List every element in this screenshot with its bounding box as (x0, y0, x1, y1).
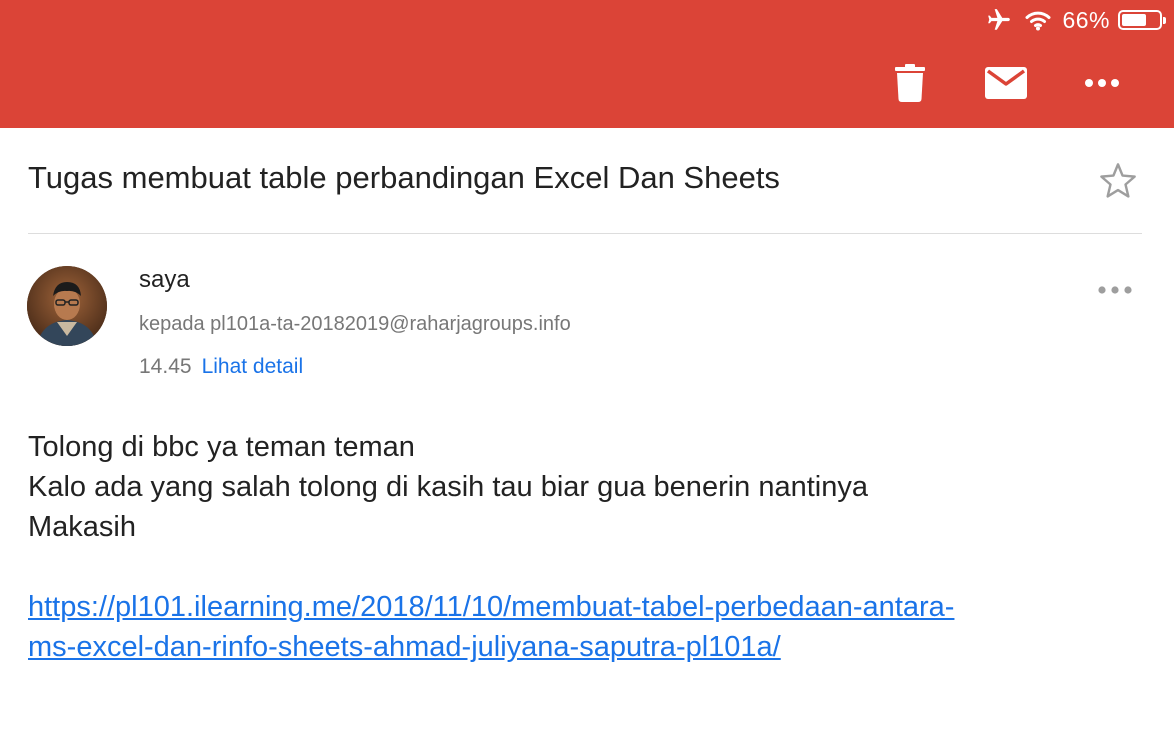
battery-fill (1122, 14, 1146, 26)
battery-percent: 66% (1062, 6, 1110, 33)
link-line[interactable]: ms-excel-dan-rinfo-sheets-ahmad-juliyana… (28, 627, 954, 667)
mail-icon (985, 67, 1027, 99)
battery-icon (1118, 10, 1166, 30)
email-subject: Tugas membuat table perbandingan Excel D… (28, 160, 780, 195)
link-line[interactable]: https://pl101.ilearning.me/2018/11/10/me… (28, 587, 954, 627)
avatar[interactable] (27, 266, 107, 346)
body-line: Kalo ada yang salah tolong di kasih tau … (28, 471, 868, 503)
avatar-photo (27, 266, 107, 346)
star-icon (1100, 163, 1136, 198)
mark-unread-button[interactable] (976, 58, 1036, 108)
status-bar: 66% (984, 4, 1166, 36)
delete-button[interactable] (880, 58, 940, 108)
time-row: 14.45 Lihat detail (139, 355, 303, 379)
more-horizontal-icon (1098, 286, 1132, 294)
wifi-icon (1024, 9, 1052, 31)
body-line: Tolong di bbc ya teman teman (28, 431, 415, 463)
email-link[interactable]: https://pl101.ilearning.me/2018/11/10/me… (28, 587, 954, 667)
body-line: Makasih (28, 511, 136, 543)
email-body: Tolong di bbc ya teman teman Kalo ada ya… (28, 427, 868, 547)
star-button[interactable] (1097, 160, 1139, 202)
more-options-button[interactable] (1072, 58, 1132, 108)
sender-name[interactable]: saya (139, 266, 190, 294)
airplane-icon (984, 7, 1014, 33)
more-horizontal-icon (1085, 79, 1119, 87)
message-more-button[interactable] (1098, 280, 1138, 300)
app-header: 66% (0, 0, 1174, 128)
trash-icon (895, 64, 925, 102)
email-time: 14.45 (139, 355, 192, 378)
view-details-link[interactable]: Lihat detail (202, 355, 304, 378)
recipient-line: kepada pl101a-ta-20182019@raharjagroups.… (139, 313, 571, 335)
divider (28, 233, 1142, 234)
